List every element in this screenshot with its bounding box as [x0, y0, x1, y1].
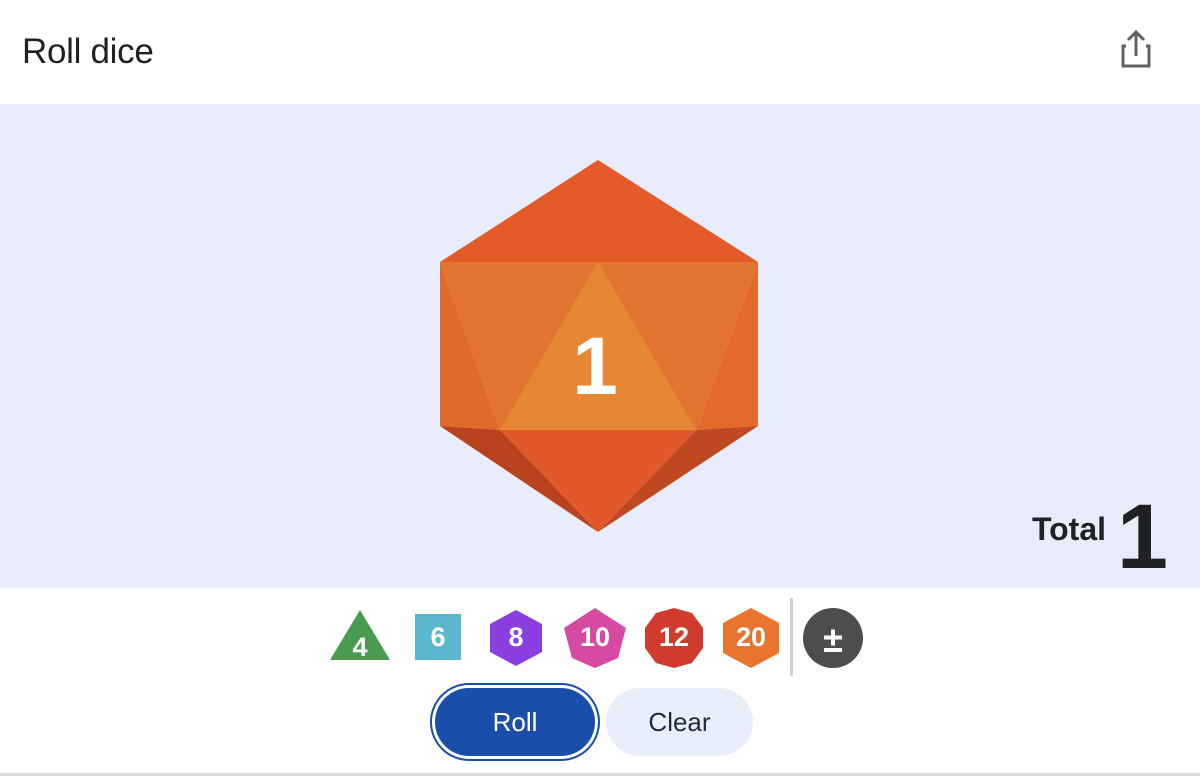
d12-button[interactable]: 12: [642, 606, 706, 670]
d12-label: 12: [658, 622, 690, 652]
d20-label: 20: [735, 622, 767, 652]
share-icon: [1121, 29, 1151, 68]
d8-label: 8: [508, 622, 524, 652]
controls-area: 4 6 8 10 12 20 ± Roll Clear: [0, 588, 1200, 776]
clear-button[interactable]: Clear: [606, 688, 753, 756]
page-title: Roll dice: [22, 32, 154, 71]
die-result-value: 1: [572, 321, 618, 412]
modifier-label: ±: [823, 619, 843, 660]
roll-button[interactable]: Roll: [435, 688, 595, 756]
d4-label: 4: [352, 632, 368, 662]
d10-label: 10: [579, 622, 611, 652]
d8-button[interactable]: 8: [486, 608, 546, 668]
d6-button[interactable]: 6: [414, 613, 462, 661]
total-label: Total: [1031, 511, 1106, 547]
dice-selector: 4 6 8 10 12 20 ±: [0, 588, 1200, 688]
dice-stage: 1 Total 1: [0, 104, 1200, 588]
dice-divider: [790, 598, 793, 676]
d4-button[interactable]: 4: [328, 608, 392, 664]
total-value: 1: [1116, 486, 1168, 588]
d6-label: 6: [430, 622, 446, 652]
app-header: Roll dice: [0, 0, 1200, 104]
share-button[interactable]: [1112, 24, 1160, 72]
d20-button[interactable]: 20: [720, 606, 782, 670]
modifier-button[interactable]: ±: [802, 607, 864, 669]
d10-button[interactable]: 10: [562, 606, 628, 670]
